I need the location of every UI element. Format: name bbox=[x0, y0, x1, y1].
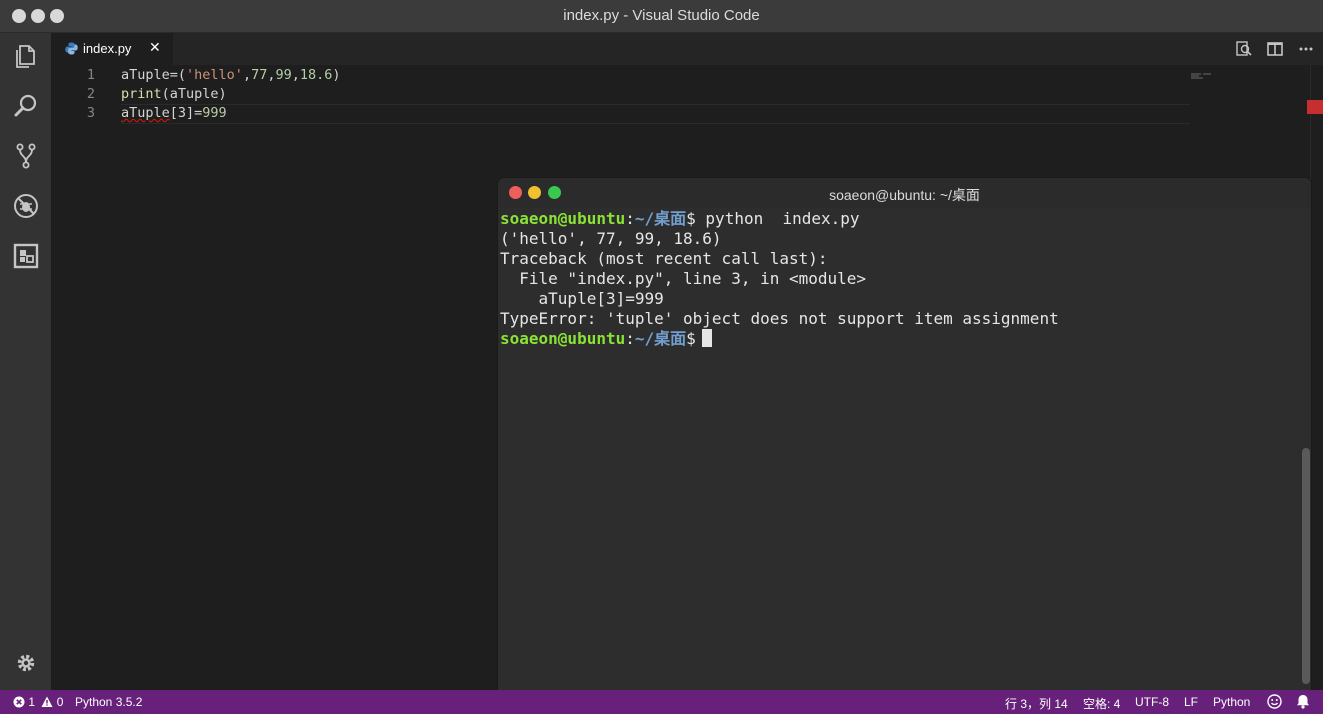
bell-icon[interactable] bbox=[1296, 694, 1310, 712]
line-number: 1 bbox=[86, 67, 95, 83]
warning-icon bbox=[41, 696, 53, 707]
cursor-position[interactable]: 行 3，列 14 bbox=[1005, 695, 1068, 712]
tab-index-py[interactable]: index.py ✕ bbox=[51, 33, 173, 65]
editor-scrollbar[interactable] bbox=[1310, 65, 1323, 690]
terminal-title: soaeon@ubuntu: ~/桌面 bbox=[829, 187, 980, 203]
terminal-output[interactable]: soaeon@ubuntu:~/桌面$ python index.py ('he… bbox=[500, 209, 1290, 349]
indentation[interactable]: 空格: 4 bbox=[1083, 695, 1120, 712]
error-squiggle: aTuple bbox=[121, 105, 170, 121]
terminal-prompt-line: soaeon@ubuntu:~/桌面$ bbox=[500, 329, 1290, 349]
terminal-command-line: soaeon@ubuntu:~/桌面$ python index.py bbox=[500, 209, 860, 228]
problems-indicator[interactable]: 1 0 bbox=[13, 695, 63, 709]
terminal-output-line: TypeError: 'tuple' object does not suppo… bbox=[500, 309, 1059, 328]
code-text: aTuple=('hello',77,99,18.6) bbox=[121, 67, 341, 83]
split-editor-icon[interactable] bbox=[1266, 40, 1284, 58]
terminal-window[interactable]: soaeon@ubuntu: ~/桌面 soaeon@ubuntu:~/桌面$ … bbox=[498, 178, 1311, 690]
line-number: 3 bbox=[86, 105, 95, 121]
code-line: 3 aTuple[3]=999 bbox=[51, 104, 1191, 123]
window-title: index.py - Visual Studio Code bbox=[563, 7, 760, 24]
code-line: 1 aTuple=('hello',77,99,18.6) bbox=[51, 66, 1191, 85]
terminal-output-line: aTuple[3]=999 bbox=[500, 289, 664, 308]
terminal-scrollbar[interactable] bbox=[1300, 208, 1311, 690]
code-text: aTuple[3]=999 bbox=[121, 105, 227, 121]
terminal-output-line: ('hello', 77, 99, 18.6) bbox=[500, 229, 722, 248]
smiley-icon[interactable] bbox=[1267, 694, 1282, 712]
error-icon bbox=[13, 696, 25, 708]
editor-tab-bar: index.py ✕ bbox=[51, 33, 1323, 65]
line-ending[interactable]: LF bbox=[1184, 695, 1198, 709]
encoding[interactable]: UTF-8 bbox=[1135, 695, 1169, 709]
minimap[interactable] bbox=[1191, 66, 1217, 79]
open-preview-icon[interactable] bbox=[1235, 40, 1253, 58]
python-icon bbox=[65, 42, 78, 55]
terminal-output-line: File "index.py", line 3, in <module> bbox=[500, 269, 867, 288]
status-bar: 1 0 Python 3.5.2 行 3，列 14 空格: 4 UTF-8 LF… bbox=[0, 690, 1323, 714]
activity-bar bbox=[0, 33, 51, 690]
explorer-icon[interactable] bbox=[12, 42, 40, 70]
terminal-scrollbar-thumb[interactable] bbox=[1302, 448, 1310, 684]
gear-icon[interactable] bbox=[15, 652, 37, 674]
terminal-cursor bbox=[701, 329, 712, 347]
more-actions-icon[interactable] bbox=[1297, 40, 1315, 58]
error-overview-marker bbox=[1307, 100, 1323, 114]
extensions-icon[interactable] bbox=[12, 242, 40, 270]
python-interpreter[interactable]: Python 3.5.2 bbox=[75, 695, 142, 709]
tab-label: index.py bbox=[83, 41, 132, 56]
code-text: print(aTuple) bbox=[121, 86, 227, 102]
terminal-output-line: Traceback (most recent call last): bbox=[500, 249, 828, 268]
code-line: 2 print(aTuple) bbox=[51, 85, 1191, 104]
tab-close-button[interactable]: ✕ bbox=[149, 39, 161, 56]
terminal-title-bar: soaeon@ubuntu: ~/桌面 bbox=[498, 178, 1311, 208]
debug-icon[interactable] bbox=[12, 192, 40, 220]
search-icon[interactable] bbox=[12, 92, 40, 120]
title-bar: index.py - Visual Studio Code bbox=[0, 0, 1323, 33]
source-control-icon[interactable] bbox=[12, 142, 40, 170]
language-mode[interactable]: Python bbox=[1213, 695, 1250, 709]
line-number: 2 bbox=[86, 86, 95, 102]
